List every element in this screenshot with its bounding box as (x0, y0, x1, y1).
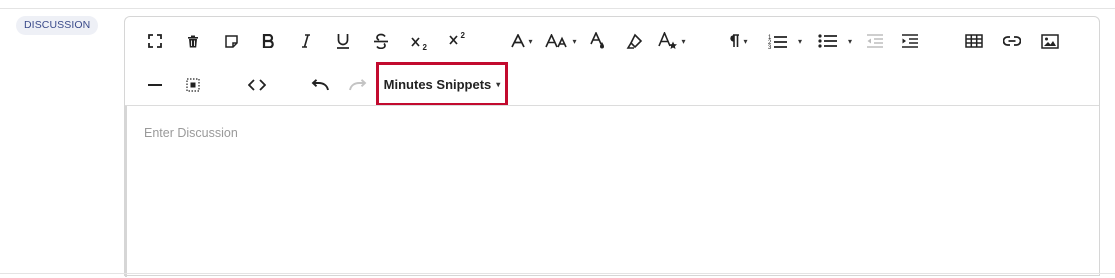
text-style-button[interactable]: ▾ (656, 27, 688, 55)
highlight-icon (626, 33, 643, 49)
image-icon (1041, 33, 1059, 49)
subscript-button[interactable]: 2 (408, 29, 432, 57)
paragraph-format-button[interactable]: ▾ (723, 27, 753, 55)
outdent-icon (866, 34, 884, 48)
svg-text:2: 2 (461, 31, 466, 40)
horizontal-line-button[interactable] (145, 71, 165, 99)
italic-icon (301, 34, 311, 48)
code-view-button[interactable] (245, 71, 269, 99)
ordered-list-button[interactable]: 1 2 3 ▾ (763, 27, 807, 55)
chevron-down-icon: ▾ (572, 36, 577, 46)
subscript-icon: 2 (410, 35, 430, 51)
bottom-divider (0, 273, 1115, 274)
table-button[interactable] (962, 27, 986, 55)
svg-text:3: 3 (768, 45, 772, 49)
chevron-down-icon: ▾ (528, 36, 533, 46)
font-family-icon (511, 34, 526, 48)
indent-icon (901, 34, 919, 48)
font-family-button[interactable]: ▾ (507, 27, 537, 55)
link-icon (1003, 36, 1021, 46)
code-view-icon (248, 79, 266, 91)
unordered-list-icon (818, 33, 838, 49)
select-all-icon (186, 78, 200, 92)
text-color-icon (590, 32, 606, 50)
text-color-button[interactable] (586, 27, 610, 55)
discussion-editor-area[interactable]: Enter Discussion (125, 106, 1099, 277)
ordered-list-icon: 1 2 3 (768, 33, 788, 49)
select-all-button[interactable] (183, 71, 203, 99)
link-button[interactable] (1000, 27, 1024, 55)
strikethrough-button[interactable] (370, 27, 392, 55)
font-size-button[interactable]: ▾ (542, 27, 580, 55)
editor-toolbar: 2 2 ▾ ▾ ▾ ▾ 1 2 3 ▾ ▾ Minutes Snippets ▾ (125, 17, 1099, 106)
undo-button[interactable] (308, 71, 332, 99)
underline-button[interactable] (332, 27, 354, 55)
bold-button[interactable] (257, 27, 279, 55)
rich-text-editor: 2 2 ▾ ▾ ▾ ▾ 1 2 3 ▾ ▾ Minutes Snippets ▾… (124, 16, 1100, 277)
top-divider (0, 8, 1115, 9)
italic-button[interactable] (295, 27, 317, 55)
chevron-down-icon: ▾ (496, 79, 501, 89)
text-style-icon (658, 32, 678, 50)
fullscreen-icon (148, 34, 162, 48)
fullscreen-button[interactable] (145, 27, 165, 55)
note-icon (224, 34, 238, 48)
delete-button[interactable] (183, 27, 203, 55)
chevron-down-icon: ▾ (847, 36, 852, 46)
paragraph-format-icon (728, 34, 740, 48)
outdent-button (863, 27, 887, 55)
chevron-down-icon: ▾ (743, 36, 748, 46)
chevron-down-icon: ▾ (681, 36, 686, 46)
indent-button[interactable] (898, 27, 922, 55)
undo-icon (311, 79, 329, 91)
image-button[interactable] (1038, 27, 1062, 55)
highlight-button[interactable] (622, 27, 646, 55)
horizontal-line-icon (148, 83, 162, 87)
superscript-icon: 2 (448, 31, 468, 47)
bold-icon (262, 34, 274, 48)
redo-button (346, 71, 370, 99)
unordered-list-button[interactable]: ▾ (813, 27, 857, 55)
svg-text:2: 2 (423, 43, 428, 51)
delete-icon (187, 35, 199, 48)
strikethrough-icon (373, 33, 389, 49)
redo-icon (349, 79, 367, 91)
minutes-snippets-dropdown[interactable]: Minutes Snippets ▾ (376, 62, 508, 106)
underline-icon (336, 33, 350, 49)
minutes-snippets-label: Minutes Snippets (383, 76, 492, 92)
font-size-icon (545, 34, 569, 48)
note-button[interactable] (221, 27, 241, 55)
superscript-button[interactable]: 2 (446, 25, 470, 53)
table-icon (965, 34, 983, 48)
editor-placeholder: Enter Discussion (144, 126, 238, 140)
section-label-badge: DISCUSSION (16, 16, 99, 35)
chevron-down-icon: ▾ (797, 36, 802, 46)
